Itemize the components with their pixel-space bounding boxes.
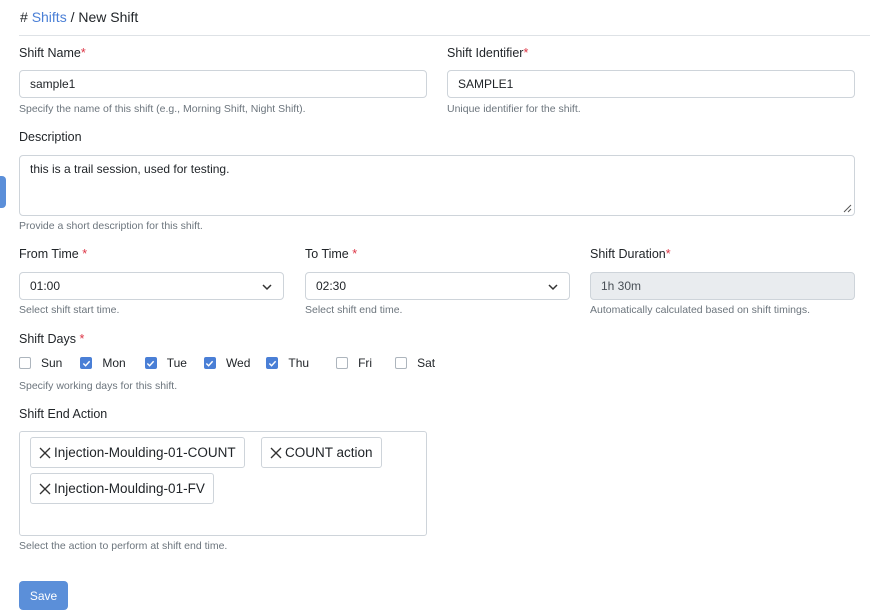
shift-identifier-input[interactable]: SAMPLE1 (447, 70, 855, 98)
day-label: Fri (358, 356, 373, 370)
to-time-label-text: To Time (305, 247, 349, 261)
shift-duration-value: 1h 30m (601, 279, 642, 293)
selected-chip: Injection-Moulding-01-COUNT (30, 437, 245, 468)
day-checkbox-tue[interactable]: Tue (144, 356, 187, 370)
remove-icon[interactable] (270, 447, 282, 459)
chip-label: Injection-Moulding-01-COUNT (54, 445, 236, 460)
side-handle[interactable] (0, 176, 6, 208)
shift-duration-field: 1h 30m (590, 272, 855, 300)
chevron-down-icon (262, 284, 272, 291)
from-time-select[interactable]: 01:00 (19, 272, 284, 300)
breadcrumb-separator: / (70, 9, 75, 25)
description-value: this is a trail session, used for testin… (30, 162, 230, 176)
to-time-help: Select shift end time. (305, 304, 403, 316)
checkbox-checked-icon[interactable] (144, 357, 157, 369)
required-mark: * (523, 46, 529, 60)
remove-icon[interactable] (39, 447, 51, 459)
day-label: Thu (288, 356, 310, 370)
resize-handle-icon[interactable] (842, 203, 852, 213)
shift-name-value: sample1 (30, 77, 76, 91)
day-label: Sun (41, 356, 63, 370)
breadcrumb-hash: # (20, 9, 28, 25)
to-time-value: 02:30 (316, 279, 347, 293)
shift-days-help: Specify working days for this shift. (19, 380, 178, 392)
from-time-label-text: From Time (19, 247, 79, 261)
description-textarea[interactable]: this is a trail session, used for testin… (19, 155, 855, 216)
shift-duration-help: Automatically calculated based on shift … (590, 304, 811, 316)
selected-chip: Injection-Moulding-01-FV (30, 473, 214, 504)
chip-label: Injection-Moulding-01-FV (54, 481, 205, 496)
from-time-value: 01:00 (30, 279, 61, 293)
day-label: Mon (102, 356, 126, 370)
breadcrumb: # Shifts / New Shift (20, 9, 138, 25)
shift-identifier-label-text: Shift Identifier (447, 46, 524, 60)
required-mark: * (82, 247, 88, 261)
shift-name-help: Specify the name of this shift (e.g., Mo… (19, 103, 306, 115)
to-time-label: To Time * (305, 247, 357, 261)
shift-days-label-text: Shift Days (19, 332, 76, 346)
checkbox-checked-icon[interactable] (266, 357, 279, 369)
checkbox-unchecked-icon[interactable] (19, 357, 31, 369)
shift-duration-label: Shift Duration* (590, 247, 671, 261)
breadcrumb-link-shifts[interactable]: Shifts (32, 9, 67, 25)
save-button[interactable]: Save (19, 581, 68, 610)
checkbox-unchecked-icon[interactable] (336, 357, 349, 369)
shift-name-input[interactable]: sample1 (19, 70, 427, 98)
shift-identifier-value: SAMPLE1 (458, 77, 514, 91)
breadcrumb-current: New Shift (78, 9, 139, 25)
shift-days-label: Shift Days * (19, 332, 84, 346)
required-mark: * (665, 247, 671, 261)
chevron-down-icon (548, 284, 558, 291)
from-time-label: From Time * (19, 247, 87, 261)
remove-icon[interactable] (39, 483, 51, 495)
checkbox-checked-icon[interactable] (203, 357, 216, 369)
shift-identifier-help: Unique identifier for the shift. (447, 103, 581, 115)
checkbox-checked-icon[interactable] (80, 357, 93, 369)
checkbox-unchecked-icon[interactable] (395, 357, 408, 369)
shift-end-action-multiselect[interactable]: Injection-Moulding-01-COUNT COUNT action… (19, 431, 427, 536)
shift-end-action-help: Select the action to perform at shift en… (19, 540, 228, 552)
day-checkbox-mon[interactable]: Mon (80, 356, 126, 370)
day-checkbox-thu[interactable]: Thu (266, 356, 309, 370)
shift-name-label: Shift Name* (19, 46, 86, 60)
chip-label: COUNT action (285, 445, 373, 460)
day-checkbox-fri[interactable]: Fri (336, 356, 372, 370)
description-help: Provide a short description for this shi… (19, 220, 203, 232)
header-divider (19, 35, 870, 36)
shift-end-action-label: Shift End Action (19, 407, 108, 421)
to-time-select[interactable]: 02:30 (305, 272, 570, 300)
selected-chip: COUNT action (261, 437, 382, 468)
day-label: Tue (166, 356, 187, 370)
day-checkbox-wed[interactable]: Wed (203, 356, 251, 370)
required-mark: * (79, 332, 85, 346)
required-mark: * (352, 247, 358, 261)
day-checkbox-sun[interactable]: Sun (19, 356, 62, 370)
shift-identifier-label: Shift Identifier* (447, 46, 528, 60)
from-time-help: Select shift start time. (19, 304, 120, 316)
shift-days-group: Sun Mon Tue Wed Thu Fri Sat (19, 356, 435, 370)
day-label: Sat (417, 356, 436, 370)
shift-duration-label-text: Shift Duration (590, 247, 666, 261)
shift-name-label-text: Shift Name (19, 46, 81, 60)
day-label: Wed (225, 356, 251, 370)
required-mark: * (80, 46, 86, 60)
day-checkbox-sat[interactable]: Sat (395, 356, 435, 370)
description-label: Description (19, 130, 82, 144)
